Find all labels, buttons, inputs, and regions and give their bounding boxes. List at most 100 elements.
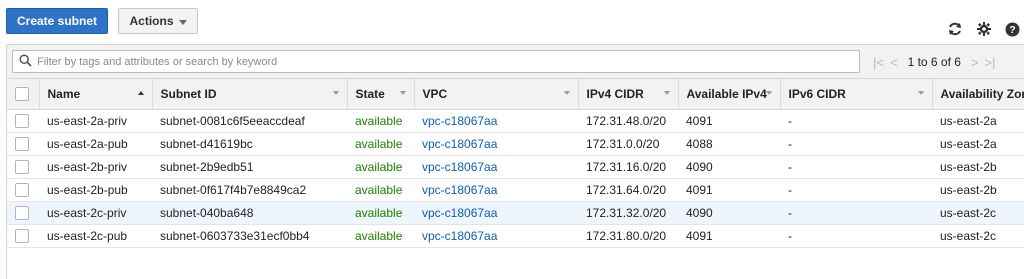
cell-availability-zone: us-east-2c [932, 224, 1024, 248]
row-select-cell [7, 201, 39, 225]
cell-state: available [347, 201, 414, 225]
row-checkbox[interactable] [15, 205, 29, 220]
cell-subnet-id: subnet-0081c6f5eeaccdeaf [152, 109, 347, 133]
column-label: State [355, 86, 385, 101]
filter-input[interactable] [32, 54, 859, 69]
row-checkbox[interactable] [15, 228, 29, 243]
sort-icon [399, 91, 406, 95]
cell-availability-zone: us-east-2b [932, 178, 1024, 202]
table-row[interactable]: us-east-2b-priv subnet-2b9edb51 availabl… [7, 155, 1024, 179]
cell-vpc-link[interactable]: vpc-c18067aa [414, 178, 578, 202]
cell-vpc-link[interactable]: vpc-c18067aa [414, 155, 578, 179]
table-row[interactable]: us-east-2a-priv subnet-0081c6f5eeaccdeaf… [7, 109, 1024, 133]
last-page-icon[interactable]: >| [985, 55, 996, 70]
cell-ipv6-cidr: - [780, 178, 932, 202]
create-subnet-button[interactable]: Create subnet [6, 8, 108, 34]
column-label: VPC [422, 86, 448, 101]
cell-ipv6-cidr: - [780, 109, 932, 133]
cell-ipv6-cidr: - [780, 155, 932, 179]
column-header-state[interactable]: State [347, 79, 415, 110]
cell-available-ipv4: 4090 [678, 155, 780, 179]
sort-icon [765, 91, 772, 95]
toolbar: Create subnet Actions [6, 8, 1024, 36]
refresh-icon[interactable] [947, 21, 963, 37]
subnets-table: Name Subnet ID State VPC IPv4 CIDR Avail… [7, 79, 1024, 248]
cell-available-ipv4: 4090 [678, 201, 780, 225]
select-all-checkbox[interactable] [15, 87, 29, 102]
table-row[interactable]: us-east-2c-priv subnet-040ba648 availabl… [7, 201, 1024, 225]
cell-availability-zone: us-east-2a [932, 109, 1024, 133]
cell-name: us-east-2b-priv [39, 155, 152, 179]
cell-vpc-link[interactable]: vpc-c18067aa [414, 132, 578, 156]
prev-page-icon[interactable]: < [890, 55, 898, 70]
cell-available-ipv4: 4091 [678, 178, 780, 202]
actions-dropdown-button[interactable]: Actions [118, 8, 198, 34]
row-select-cell [7, 132, 39, 156]
search-icon [19, 53, 32, 70]
column-label: Name [47, 86, 81, 101]
row-select-cell [7, 178, 39, 202]
column-header-available-ipv4[interactable]: Available IPv4 [678, 79, 781, 110]
filter-bar: |< < 1 to 6 of 6 > >| [7, 45, 1024, 79]
subnets-table-panel: |< < 1 to 6 of 6 > >| Name [6, 44, 1024, 279]
cell-name: us-east-2a-pub [39, 132, 152, 156]
cell-vpc-link[interactable]: vpc-c18067aa [414, 224, 578, 248]
cell-vpc-link[interactable]: vpc-c18067aa [414, 109, 578, 133]
sort-icon [563, 91, 570, 95]
cell-ipv4-cidr: 172.31.32.0/20 [578, 201, 678, 225]
cell-available-ipv4: 4091 [678, 109, 780, 133]
cell-ipv6-cidr: - [780, 224, 932, 248]
cell-ipv4-cidr: 172.31.64.0/20 [578, 178, 678, 202]
column-header-availability-zone[interactable]: Availability Zone [932, 79, 1024, 110]
sort-icon [332, 91, 339, 95]
search-box[interactable] [12, 50, 860, 73]
help-icon[interactable]: ? [1005, 22, 1020, 37]
select-all-cell [7, 79, 40, 110]
row-checkbox[interactable] [15, 113, 29, 128]
row-checkbox[interactable] [15, 159, 29, 174]
cell-state: available [347, 132, 414, 156]
column-label: Available IPv4 [686, 86, 767, 101]
cell-available-ipv4: 4088 [678, 132, 780, 156]
cell-name: us-east-2a-priv [39, 109, 152, 133]
cell-subnet-id: subnet-0f617f4b7e8849ca2 [152, 178, 347, 202]
table-row[interactable]: us-east-2b-pub subnet-0f617f4b7e8849ca2 … [7, 178, 1024, 202]
cell-state: available [347, 178, 414, 202]
cell-name: us-east-2b-pub [39, 178, 152, 202]
table-row[interactable]: us-east-2c-pub subnet-0603733e31ecf0bb4 … [7, 224, 1024, 248]
table-header-row: Name Subnet ID State VPC IPv4 CIDR Avail… [7, 79, 1024, 110]
cell-ipv6-cidr: - [780, 132, 932, 156]
cell-name: us-east-2c-pub [39, 224, 152, 248]
column-header-subnet-id[interactable]: Subnet ID [152, 79, 348, 110]
column-header-name[interactable]: Name [39, 79, 153, 110]
column-header-ipv4-cidr[interactable]: IPv4 CIDR [578, 79, 679, 110]
cell-subnet-id: subnet-040ba648 [152, 201, 347, 225]
cell-name: us-east-2c-priv [39, 201, 152, 225]
cell-availability-zone: us-east-2c [932, 201, 1024, 225]
column-header-vpc[interactable]: VPC [414, 79, 579, 110]
cell-ipv4-cidr: 172.31.80.0/20 [578, 224, 678, 248]
cell-state: available [347, 109, 414, 133]
cell-ipv4-cidr: 172.31.0.0/20 [578, 132, 678, 156]
first-page-icon[interactable]: |< [873, 55, 884, 70]
cell-available-ipv4: 4091 [678, 224, 780, 248]
row-select-cell [7, 155, 39, 179]
row-checkbox[interactable] [15, 182, 29, 197]
svg-text:?: ? [1009, 24, 1015, 36]
next-page-icon[interactable]: > [971, 55, 979, 70]
cell-subnet-id: subnet-d41619bc [152, 132, 347, 156]
cell-state: available [347, 224, 414, 248]
cell-vpc-link[interactable]: vpc-c18067aa [414, 201, 578, 225]
column-header-ipv6-cidr[interactable]: IPv6 CIDR [780, 79, 933, 110]
cell-availability-zone: us-east-2b [932, 155, 1024, 179]
row-select-cell [7, 109, 39, 133]
row-checkbox[interactable] [15, 136, 29, 151]
cell-availability-zone: us-east-2a [932, 132, 1024, 156]
table-row[interactable]: us-east-2a-pub subnet-d41619bc available… [7, 132, 1024, 156]
top-right-icons: ? [947, 20, 1020, 38]
column-label: Availability Zone [940, 86, 1024, 101]
sort-icon [663, 91, 670, 95]
settings-gear-icon[interactable] [977, 22, 991, 36]
actions-label: Actions [129, 14, 174, 28]
column-label: IPv6 CIDR [788, 86, 846, 101]
